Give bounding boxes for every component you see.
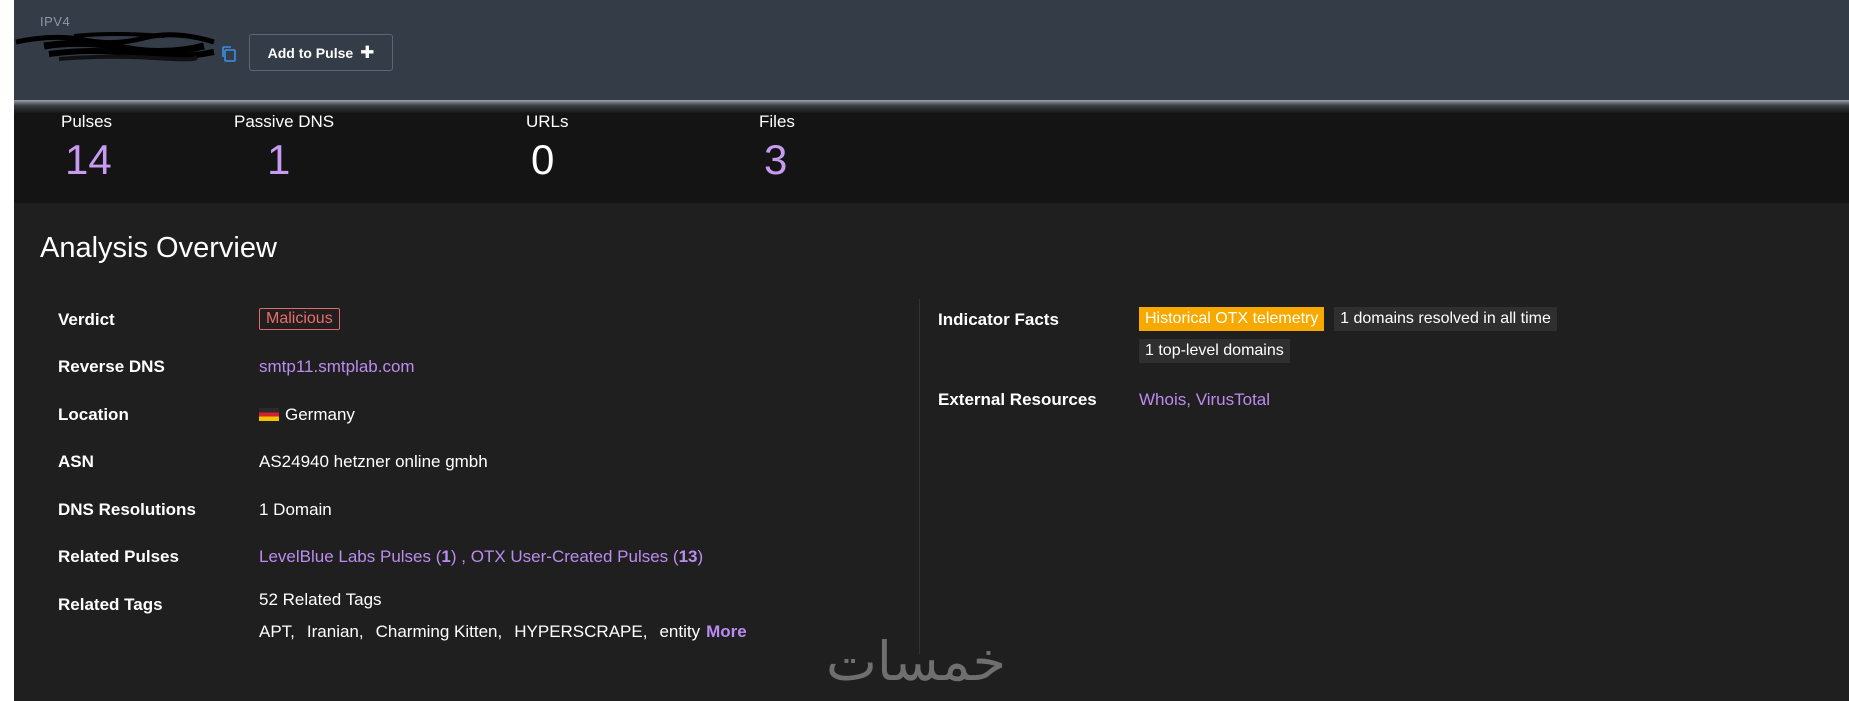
asn-value: AS24940 hetzner online gmbh	[259, 452, 488, 471]
stat-files[interactable]: Files 3	[759, 100, 959, 203]
add-to-pulse-button[interactable]: Add to Pulse ✚	[249, 34, 393, 71]
related-tags-label: Related Tags	[58, 595, 163, 614]
tag-item[interactable]: Iranian,	[307, 622, 364, 641]
indicator-facts-row-2: 1 top-level domains	[1139, 339, 1290, 363]
related-pulses-value: LevelBlue Labs Pulses (1) , OTX User-Cre…	[259, 547, 703, 567]
reverse-dns-link[interactable]: smtp11.smtplab.com	[259, 357, 415, 377]
virustotal-link[interactable]: VirusTotal	[1196, 390, 1270, 409]
location-label: Location	[58, 405, 129, 424]
verdict-label: Verdict	[58, 310, 115, 329]
related-pulses-separator: ,	[456, 547, 471, 566]
fact-badge-domains-resolved: 1 domains resolved in all time	[1334, 307, 1557, 331]
tag-item[interactable]: APT,	[259, 622, 295, 641]
ip-type-label: IPV4	[40, 14, 71, 29]
app-window: IPV4 Add to Pulse ✚ Pulses 14 Passive DN…	[14, 0, 1849, 701]
redacted-ip-address	[15, 32, 215, 62]
location-value: Germany	[259, 405, 355, 425]
fact-badge-top-level-domains: 1 top-level domains	[1139, 339, 1290, 363]
asn-label: ASN	[58, 452, 94, 471]
copy-icon[interactable]	[219, 44, 239, 64]
column-divider	[919, 299, 920, 654]
plus-icon: ✚	[360, 43, 375, 62]
external-resources-links: Whois, VirusTotal	[1139, 390, 1270, 410]
dns-resolutions-value: 1 Domain	[259, 500, 332, 519]
add-to-pulse-label: Add to Pulse	[267, 44, 354, 61]
verdict-badge: Malicious	[259, 308, 340, 330]
otx-user-pulses-link[interactable]: OTX User-Created Pulses (13)	[471, 547, 703, 566]
whois-link[interactable]: Whois,	[1139, 390, 1191, 409]
location-country: Germany	[285, 405, 355, 424]
tag-item[interactable]: HYPERSCRAPE,	[514, 622, 647, 641]
stat-value: 1	[267, 136, 291, 183]
related-tags-summary: 52 Related Tags	[259, 590, 382, 609]
stat-label: Pulses	[61, 112, 113, 131]
stat-value: 3	[764, 136, 788, 183]
dns-resolutions-label: DNS Resolutions	[58, 500, 196, 519]
analysis-overview-title: Analysis Overview	[40, 232, 277, 264]
more-tags-link[interactable]: More	[706, 622, 747, 641]
tag-item[interactable]: entity	[659, 622, 700, 641]
stat-label: Passive DNS	[234, 112, 335, 131]
germany-flag-icon	[259, 408, 279, 421]
stat-label: URLs	[526, 112, 569, 131]
stat-pulses[interactable]: Pulses 14	[14, 100, 214, 203]
indicator-facts-label: Indicator Facts	[938, 310, 1059, 329]
external-resources-label: External Resources	[938, 390, 1097, 409]
fact-badge-historical: Historical OTX telemetry	[1139, 307, 1325, 331]
related-tags-list: APT, Iranian, Charming Kitten, HYPERSCRAPE,…	[259, 622, 747, 642]
stats-bar: Pulses 14 Passive DNS 1 URLs 0 Files 3	[14, 100, 1849, 203]
stat-label: Files	[759, 112, 795, 131]
reverse-dns-label: Reverse DNS	[58, 357, 165, 376]
related-pulses-label: Related Pulses	[58, 547, 179, 566]
indicator-header: IPV4 Add to Pulse ✚	[14, 0, 1849, 100]
indicator-facts-row-1: Historical OTX telemetry 1 domains resol…	[1139, 307, 1557, 331]
tag-item[interactable]: Charming Kitten,	[376, 622, 503, 641]
stat-urls[interactable]: URLs 0	[526, 100, 726, 203]
levelblue-pulses-link[interactable]: LevelBlue Labs Pulses (1)	[259, 547, 457, 566]
stat-value: 0	[531, 136, 555, 183]
stat-value: 14	[65, 136, 112, 183]
verdict-value: Malicious	[259, 308, 340, 330]
watermark-logo: خمسات	[826, 630, 1007, 693]
stat-passive-dns[interactable]: Passive DNS 1	[234, 100, 434, 203]
